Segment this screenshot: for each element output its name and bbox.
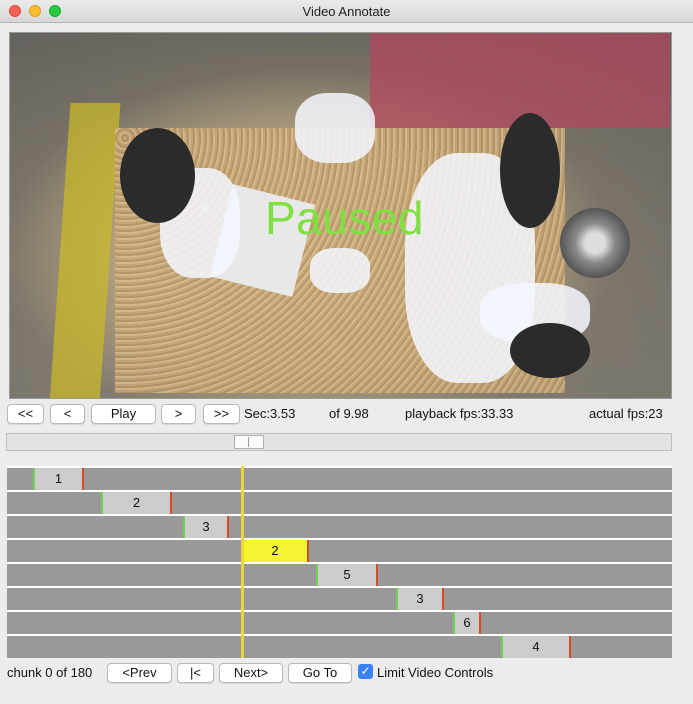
timeline-segment[interactable]: 5 [316, 564, 378, 586]
next-chunk-button[interactable]: Next> [219, 663, 283, 683]
timeline-segment-active[interactable]: 2 [241, 540, 309, 562]
timeline-track: 2 [7, 540, 672, 562]
title-bar: Video Annotate [0, 0, 693, 23]
checkmark-icon: ✓ [360, 664, 371, 678]
video-frame[interactable]: Paused [9, 32, 672, 399]
mouse [510, 323, 590, 378]
mouse [500, 113, 560, 228]
playhead-cursor[interactable] [241, 466, 244, 658]
forward-fast-button[interactable]: >> [203, 404, 240, 424]
first-chunk-button[interactable]: |< [177, 663, 214, 683]
timeline-segment[interactable]: 1 [33, 468, 84, 490]
cage-wall-strip [49, 103, 121, 398]
chunk-indicator: chunk 0 of 180 [7, 665, 93, 680]
limit-controls-label[interactable]: Limit Video Controls [377, 665, 493, 680]
timeline-track: 5 [7, 564, 672, 586]
total-seconds: of 9.98 [329, 406, 369, 421]
play-button[interactable]: Play [91, 404, 156, 424]
timeline-track: 3 [7, 516, 672, 538]
timeline-track: 4 [7, 636, 672, 658]
goto-button[interactable]: Go To [288, 663, 352, 683]
current-seconds: Sec:3.53 [244, 406, 296, 421]
timeline-segment[interactable]: 3 [396, 588, 444, 610]
actual-fps: actual fps:23 [589, 406, 663, 421]
video-scrubber[interactable] [6, 433, 672, 451]
running-wheel [560, 208, 630, 278]
timeline-segment[interactable]: 6 [453, 612, 481, 634]
timeline-segment[interactable]: 2 [101, 492, 172, 514]
timeline-segment[interactable]: 4 [501, 636, 571, 658]
nesting-material [295, 93, 375, 163]
mouse [120, 128, 195, 223]
rewind-fast-button[interactable]: << [7, 404, 44, 424]
annotation-timeline[interactable]: 1 2 3 2 5 3 6 4 [7, 466, 672, 658]
limit-controls-checkbox[interactable]: ✓ [358, 664, 373, 679]
timeline-track: 1 [7, 468, 672, 490]
window-title: Video Annotate [302, 4, 391, 19]
paused-overlay: Paused [265, 192, 425, 244]
timeline-segment[interactable]: 3 [183, 516, 229, 538]
prev-chunk-button[interactable]: <Prev [107, 663, 172, 683]
playback-fps: playback fps:33.33 [405, 406, 514, 421]
timeline-track: 2 [7, 492, 672, 514]
background-object [370, 33, 670, 128]
timeline-track: 3 [7, 588, 672, 610]
timeline-track: 6 [7, 612, 672, 634]
scrubber-thumb[interactable] [234, 435, 264, 449]
step-back-button[interactable]: < [50, 404, 85, 424]
nesting-material [310, 248, 370, 293]
step-forward-button[interactable]: > [161, 404, 196, 424]
